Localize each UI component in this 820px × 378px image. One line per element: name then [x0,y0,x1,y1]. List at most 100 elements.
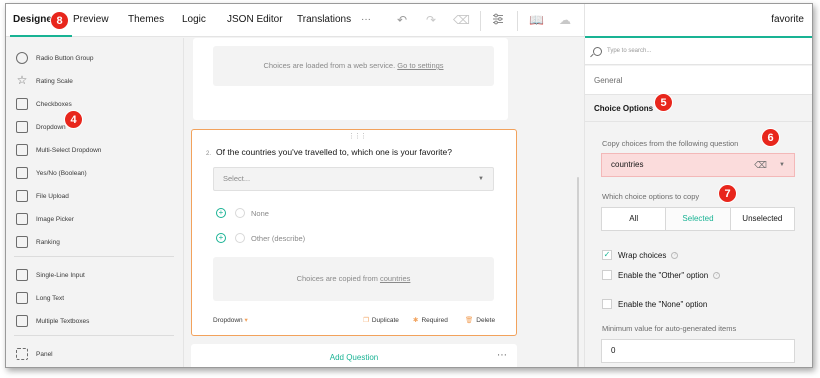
drag-handle-icon[interactable]: ⋮⋮⋮ [348,132,367,140]
toolbox-item-label: Single-Line Input [36,271,85,279]
help-icon[interactable]: ? [713,271,721,279]
question-card-1[interactable]: Choices are loaded from a web service. G… [193,38,508,120]
tab-translations[interactable]: Translations [297,14,351,25]
min-value-input[interactable]: 0 [601,339,795,363]
copied-choices-notice: Choices are copied from countries [213,257,494,301]
enable-other-row[interactable]: Enable the "Other" option ? [602,269,721,281]
annotation-badge-6: 6 [761,128,780,147]
annotation-badge-8: 8 [50,11,69,30]
panel-icon [16,348,28,360]
add-question-button[interactable]: Add Question [191,353,517,362]
toolbox-item-single-line[interactable]: Single-Line Input [16,267,85,283]
toolbox-item-ranking[interactable]: Ranking [16,234,60,250]
star-icon: ☆ [16,73,28,87]
duplicate-label: Duplicate [371,317,399,324]
book-icon[interactable]: 📖 [529,13,544,27]
annotation-badge-4: 4 [64,110,83,129]
enable-none-checkbox[interactable] [602,299,612,309]
eraser-icon[interactable]: ⌫ [754,154,767,176]
toolbox-item-label: Radio Button Group [36,54,94,62]
duplicate-icon: ❐ [363,317,369,324]
search-icon [593,47,602,56]
trash-icon: 🗑 [465,317,474,324]
dropdown-preview[interactable]: Select... ▼ [213,167,494,191]
more-options-icon[interactable]: ⋯ [497,350,507,361]
delete-button[interactable]: 🗑 Delete [465,316,495,324]
more-tabs-button[interactable]: ··· [361,14,371,25]
dropdown-placeholder: Select... [223,174,251,183]
toolbox-item-label: Long Text [36,294,65,302]
toolbox-item-image-picker[interactable]: Image Picker [16,211,74,227]
toolbox-item-multiple-textboxes[interactable]: Multiple Textboxes [16,313,89,329]
webservice-notice: Choices are loaded from a web service. G… [213,46,494,86]
section-choice-options[interactable]: Choice Options [585,96,812,122]
segment-all[interactable]: All [602,208,667,230]
annotation-badge-5: 5 [654,93,673,112]
choice-none[interactable]: + None [216,206,269,220]
wrap-choices-row[interactable]: ✓ Wrap choices ? [602,249,679,261]
enable-other-checkbox[interactable] [602,270,612,280]
folder-icon [16,190,28,202]
copied-source-link[interactable]: countries [380,274,410,283]
duplicate-button[interactable]: ❐ Duplicate [363,316,399,324]
radio-icon [235,208,245,218]
copy-choices-select[interactable]: countries ⌫ ▼ [601,153,795,177]
section-general[interactable]: General [585,66,812,95]
toolbox-item-label: File Upload [36,192,69,200]
toolbox-item-long-text[interactable]: Long Text [16,290,64,306]
toolbox-item-label: Yes/No (Boolean) [36,169,87,177]
tab-themes[interactable]: Themes [128,14,164,25]
toolbox-item-panel[interactable]: Panel [16,346,53,362]
toolbox-divider [14,256,174,257]
question-title-text[interactable]: Of the countries you've travelled to, wh… [216,147,452,157]
settings-icon[interactable] [491,13,505,27]
segment-selected[interactable]: Selected [666,208,731,230]
toolbox-item-file-upload[interactable]: File Upload [16,188,69,204]
question-card-2[interactable]: ⋮⋮⋮ 2. Of the countries you've travelled … [191,129,517,336]
textboxes-icon [16,315,28,327]
selected-question-name: favorite [771,14,804,25]
toolbox-item-checkboxes[interactable]: Checkboxes [16,96,72,112]
enable-none-row[interactable]: Enable the "None" option [602,298,707,310]
wrap-choices-label: Wrap choices [618,250,667,260]
required-button[interactable]: ✱ Required [413,316,448,324]
asterisk-icon: ✱ [413,317,419,324]
segment-unselected[interactable]: Unselected [731,208,794,230]
toolbox-item-radio[interactable]: Radio Button Group [16,50,93,66]
toolbar-divider [517,11,518,31]
undo-icon[interactable]: ↶ [395,13,409,27]
tab-json-editor[interactable]: JSON Editor [227,14,283,25]
eraser-icon[interactable]: ⌫ [453,13,470,27]
toolbox-item-multi-dropdown[interactable]: Multi-Select Dropdown [16,142,101,158]
toolbox-item-label: Dropdown [36,123,66,131]
chevron-down-icon: ▼ [478,176,484,182]
property-search[interactable]: Type to search... [585,38,812,65]
enable-none-label: Enable the "None" option [618,299,708,309]
cloud-icon[interactable]: ☁ [558,13,572,27]
checkbox-icon [16,98,28,110]
canvas-scrollbar[interactable] [577,177,579,367]
min-value-label: Minimum value for auto-generated items [602,324,737,333]
webservice-text: Choices are loaded from a web service. [263,61,396,70]
help-icon[interactable]: ? [671,251,679,259]
add-choice-icon[interactable]: + [216,233,226,243]
question-number: 2. [206,151,212,157]
go-to-settings-link[interactable]: Go to settings [397,61,443,70]
tab-logic[interactable]: Logic [182,14,206,25]
wrap-choices-checkbox[interactable]: ✓ [602,250,612,260]
toolbox-item-label: Multi-Select Dropdown [36,146,102,154]
add-choice-icon[interactable]: + [216,208,226,218]
toolbox-item-boolean[interactable]: Yes/No (Boolean) [16,165,87,181]
toolbox-panel: Radio Button Group ☆ Rating Scale Checkbo… [6,38,184,367]
property-panel: Type to search... General Choice Options… [584,38,812,367]
chevron-down-icon: ▼ [779,162,785,168]
question-title[interactable]: 2. Of the countries you've travelled to, … [206,147,452,157]
choice-other[interactable]: + Other (describe) [216,231,305,245]
redo-icon[interactable]: ↷ [424,13,438,27]
question-type-button[interactable]: Dropdown ▾ [213,316,251,324]
toolbox-item-rating[interactable]: ☆ Rating Scale [16,73,73,89]
input-icon [16,269,28,281]
tab-preview[interactable]: Preview [73,14,109,25]
image-icon [16,213,28,225]
toolbox-item-dropdown[interactable]: Dropdown [16,119,66,135]
